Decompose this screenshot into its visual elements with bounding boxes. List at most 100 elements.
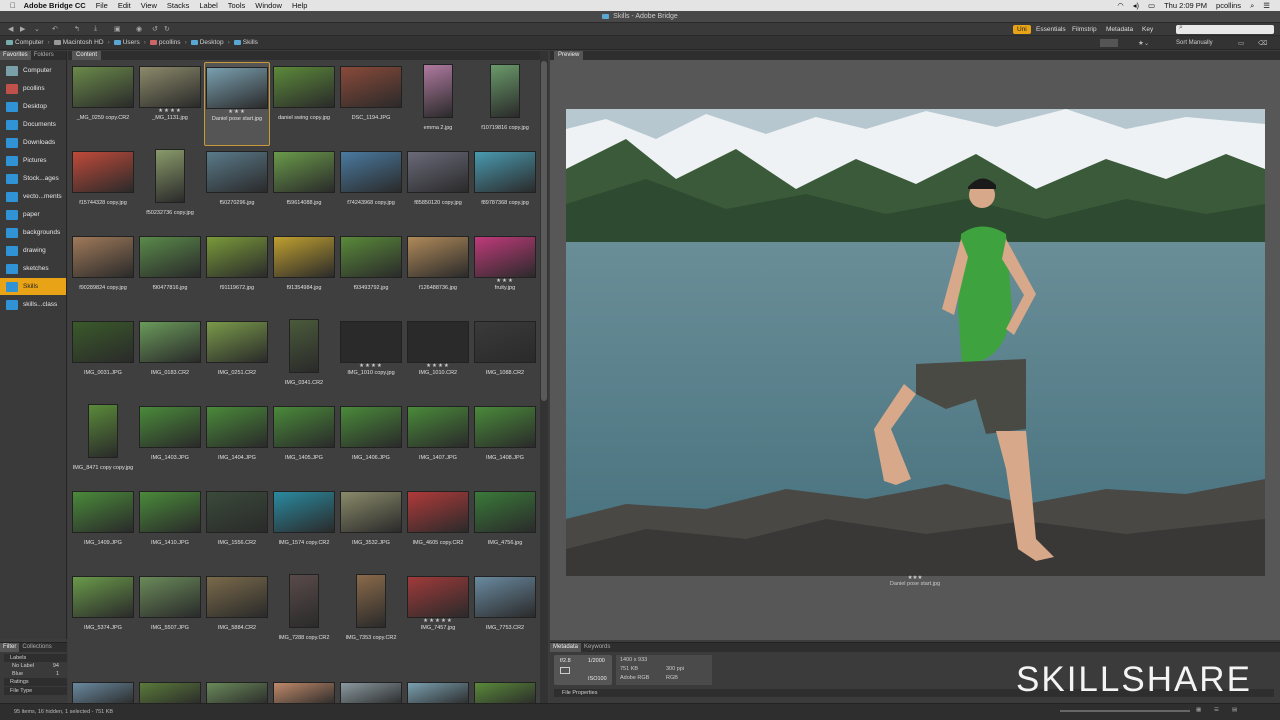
thumbnail-item[interactable]: f126488736.jpg bbox=[405, 232, 471, 316]
spotlight-icon[interactable]: ⌕ bbox=[1250, 1, 1254, 11]
thumbnail-image[interactable] bbox=[474, 151, 536, 193]
thumbnail-item[interactable]: f89787368 copy.jpg bbox=[472, 147, 538, 231]
favorite-item-drawing[interactable]: drawing bbox=[0, 242, 66, 259]
volume-icon[interactable]: ◂) bbox=[1133, 1, 1139, 10]
favorite-item-vecto-ments[interactable]: vecto...ments bbox=[0, 188, 66, 205]
scrollbar-thumb[interactable] bbox=[541, 61, 547, 401]
thumbnail-image[interactable] bbox=[139, 236, 201, 278]
thumbnail-image[interactable] bbox=[72, 576, 134, 618]
thumbnail-item[interactable]: IMG_0183.CR2 bbox=[137, 317, 203, 401]
tab-metadata[interactable]: Metadata bbox=[550, 643, 582, 652]
thumbnail-item[interactable]: IMG_4605 copy.CR2 bbox=[405, 487, 471, 571]
tab-content[interactable]: Content bbox=[72, 51, 102, 60]
thumbnail-image[interactable] bbox=[340, 682, 402, 703]
menu-view[interactable]: View bbox=[141, 1, 157, 10]
thumbnail-image[interactable] bbox=[289, 319, 319, 373]
tab-preview[interactable]: Preview bbox=[554, 51, 584, 60]
thumbnail-image[interactable] bbox=[72, 66, 134, 108]
thumbnail-item[interactable]: IMG_1409.JPG bbox=[70, 487, 136, 571]
thumbnail-item[interactable]: emma 2.jpg bbox=[405, 62, 471, 146]
thumbnail-item[interactable]: f93493792.jpg bbox=[338, 232, 404, 316]
new-folder-icon[interactable]: ▭ bbox=[1238, 39, 1244, 47]
rotate-left-icon[interactable]: ↺ bbox=[152, 25, 158, 33]
menu-label[interactable]: Label bbox=[199, 1, 217, 10]
thumbnail-image[interactable] bbox=[139, 576, 201, 618]
thumbnail-image[interactable] bbox=[340, 491, 402, 533]
path-skills[interactable]: Skills bbox=[233, 39, 258, 46]
workspace-uni[interactable]: Uni bbox=[1013, 25, 1031, 34]
thumbnail-item[interactable]: ★★★ fruity.jpg bbox=[472, 232, 538, 316]
favorite-item-backgrounds[interactable]: backgrounds bbox=[0, 224, 66, 241]
thumbnail-item[interactable]: IMG_5374.JPG bbox=[70, 572, 136, 656]
thumbnail-item[interactable]: f90289824 copy.jpg bbox=[70, 232, 136, 316]
tab-filter[interactable]: Filter bbox=[0, 643, 20, 652]
menu-file[interactable]: File bbox=[96, 1, 108, 10]
thumbnail-image[interactable] bbox=[407, 236, 469, 278]
thumbnail-item[interactable]: f50270296.jpg bbox=[204, 147, 270, 231]
thumbnail-image[interactable] bbox=[72, 321, 134, 363]
thumbnail-image[interactable] bbox=[474, 406, 536, 448]
thumbnail-item[interactable]: _MG_0259 copy.CR2 bbox=[70, 62, 136, 146]
menu-window[interactable]: Window bbox=[255, 1, 282, 10]
thumbnail-image[interactable] bbox=[340, 151, 402, 193]
thumbnail-image[interactable] bbox=[289, 574, 319, 628]
thumbnail-image[interactable] bbox=[206, 682, 268, 703]
tab-collections[interactable]: Collections bbox=[19, 643, 54, 652]
thumbnail-image[interactable] bbox=[423, 64, 453, 118]
filter-ratings-header[interactable]: Ratings bbox=[4, 678, 67, 686]
thumbnail-image[interactable] bbox=[72, 151, 134, 193]
thumbnail-image[interactable] bbox=[407, 491, 469, 533]
thumbnail-image[interactable] bbox=[206, 491, 268, 533]
favorite-item-skills-class[interactable]: skills...class bbox=[0, 296, 66, 313]
thumbnail-item[interactable]: IMG_1404.JPG bbox=[204, 402, 270, 486]
menu-stacks[interactable]: Stacks bbox=[167, 1, 190, 10]
thumbnail-image[interactable] bbox=[206, 576, 268, 618]
forward-icon[interactable]: ▶ bbox=[20, 25, 25, 33]
thumbnail-size-slider[interactable] bbox=[1060, 710, 1190, 712]
thumbnail-image[interactable] bbox=[340, 321, 402, 363]
menu-tools[interactable]: Tools bbox=[228, 1, 246, 10]
thumbnail-item[interactable]: f91119672.jpg bbox=[204, 232, 270, 316]
apple-icon[interactable]:  bbox=[10, 1, 16, 10]
thumbnail-image[interactable] bbox=[273, 151, 335, 193]
favorite-item-pcollins[interactable]: pcollins bbox=[0, 80, 66, 97]
workspace-key[interactable]: Key bbox=[1138, 25, 1157, 34]
thumbnail-item[interactable]: IMG_1403.JPG bbox=[137, 402, 203, 486]
thumbnail-image[interactable] bbox=[139, 491, 201, 533]
favorite-item-computer[interactable]: Computer bbox=[0, 62, 66, 79]
thumbnail-item[interactable]: IMG_8471 copy copy.jpg bbox=[70, 402, 136, 486]
thumbnail-item[interactable]: IMG_0341.CR2 bbox=[271, 317, 337, 401]
thumbnail-image[interactable] bbox=[88, 404, 118, 458]
thumbnail-item[interactable]: IMG_5507.JPG bbox=[137, 572, 203, 656]
thumbnail-item[interactable]: ★★★ Daniel pose start.jpg bbox=[204, 62, 270, 146]
menu-edit[interactable]: Edit bbox=[118, 1, 131, 10]
thumbnail-item[interactable]: ★★★★ IMG_1010.CR2 bbox=[405, 317, 471, 401]
thumbnail-image[interactable] bbox=[340, 406, 402, 448]
thumbnail-image[interactable] bbox=[206, 236, 268, 278]
thumbnail-image[interactable] bbox=[206, 406, 268, 448]
thumbnail-image[interactable] bbox=[206, 67, 268, 109]
thumbnail-image[interactable] bbox=[273, 682, 335, 703]
thumbnail-image[interactable] bbox=[155, 149, 185, 203]
thumbnail-image[interactable] bbox=[407, 151, 469, 193]
refine-icon[interactable]: ▣ bbox=[114, 25, 121, 33]
thumbnail-item[interactable]: IMG_1405.JPG bbox=[271, 402, 337, 486]
thumbnail-image[interactable] bbox=[72, 236, 134, 278]
thumbnail-item[interactable]: f90477816.jpg bbox=[137, 232, 203, 316]
thumbnail-image[interactable] bbox=[72, 491, 134, 533]
clock[interactable]: Thu 2:09 PM bbox=[1164, 1, 1207, 10]
down-arrow-icon[interactable]: ⌄ bbox=[34, 25, 40, 33]
thumbnail-item[interactable]: daniel swing copy.jpg bbox=[271, 62, 337, 146]
thumbnail-item[interactable]: IMG_7753.CR2 bbox=[472, 572, 538, 656]
path-pcollins[interactable]: pcollins bbox=[149, 39, 181, 46]
workspace-essentials[interactable]: Essentials bbox=[1032, 25, 1070, 34]
menu-help[interactable]: Help bbox=[292, 1, 307, 10]
thumbnail-image[interactable] bbox=[474, 236, 536, 278]
thumbnail-item[interactable]: f59614088.jpg bbox=[271, 147, 337, 231]
path-macintosh-hd[interactable]: Macintosh HD bbox=[53, 39, 104, 46]
thumbnail-image[interactable] bbox=[407, 406, 469, 448]
thumbnail-rating[interactable]: ★★★★★ bbox=[423, 618, 453, 625]
thumbnail-image[interactable] bbox=[407, 321, 469, 363]
thumbnail-item[interactable]: f85850120 copy.jpg bbox=[405, 147, 471, 231]
thumbnail-item[interactable]: IMG_3532.JPG bbox=[338, 487, 404, 571]
